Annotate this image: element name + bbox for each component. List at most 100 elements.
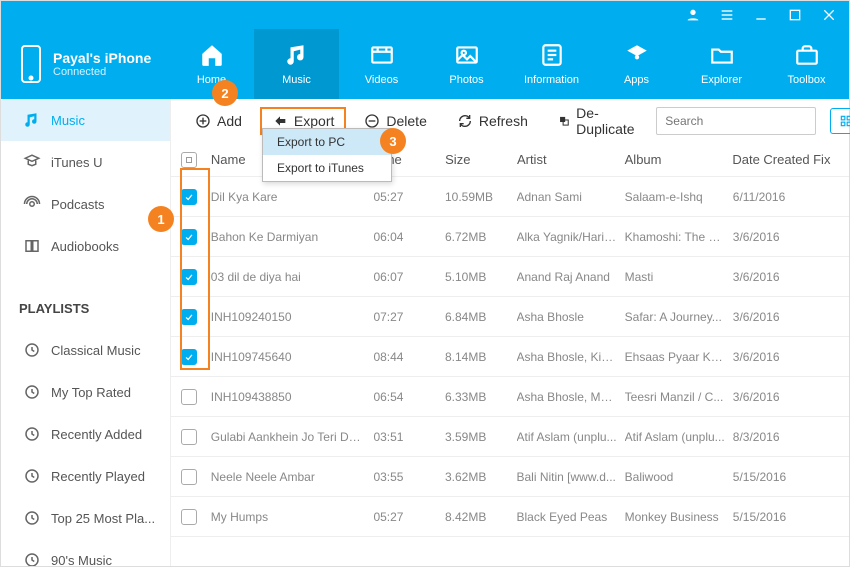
row-checkbox[interactable]: [181, 229, 197, 245]
cell-date: 8/3/2016: [733, 430, 813, 444]
tab-label: Videos: [365, 74, 398, 86]
cell-date: 3/6/2016: [733, 270, 813, 284]
sidebar-item-music[interactable]: Music: [1, 99, 170, 141]
row-checkbox[interactable]: [181, 309, 197, 325]
device-status: Connected: [53, 66, 151, 78]
tab-information[interactable]: Information: [509, 29, 594, 99]
row-checkbox[interactable]: [181, 349, 197, 365]
playlist-label: Recently Added: [51, 427, 150, 442]
cell-artist: Adnan Sami: [517, 190, 625, 204]
col-size[interactable]: Size: [445, 152, 517, 167]
tab-label: Music: [282, 74, 311, 86]
tab-photos[interactable]: Photos: [424, 29, 509, 99]
playlist-item[interactable]: Classical Music: [1, 329, 170, 371]
playlist-item[interactable]: Top 25 Most Pla...: [1, 497, 170, 539]
select-all-checkbox[interactable]: [181, 152, 197, 168]
cell-name: INH109745640: [207, 350, 374, 364]
music-table: Name Time Size Artist Album Date Created…: [171, 143, 849, 566]
table-row[interactable]: Gulabi Aankhein Jo Teri Dekhi03:513.59MB…: [171, 417, 849, 457]
menu-icon[interactable]: [719, 7, 735, 23]
sidebar-item-audiobooks[interactable]: Audiobooks: [1, 225, 170, 267]
add-button[interactable]: Add: [183, 107, 254, 135]
tab-music[interactable]: Music: [254, 29, 339, 99]
cell-size: 10.59MB: [445, 190, 517, 204]
table-row[interactable]: INH10924015007:276.84MBAsha BhosleSafar:…: [171, 297, 849, 337]
sidebar-label: Podcasts: [51, 197, 104, 212]
cell-artist: Atif Aslam (unplu...: [517, 430, 625, 444]
close-icon[interactable]: [821, 7, 837, 23]
annotation-circle-1: 1: [148, 206, 174, 232]
maximize-icon[interactable]: [787, 7, 803, 23]
row-checkbox[interactable]: [181, 269, 197, 285]
tab-label: Information: [524, 74, 579, 86]
dedup-label: De-Duplicate: [576, 105, 638, 137]
table-row[interactable]: INH10974564008:448.14MBAsha Bhosle, Kis.…: [171, 337, 849, 377]
grid-view-button[interactable]: [830, 108, 850, 134]
playlist-label: Classical Music: [51, 343, 149, 358]
cell-album: Khamoshi: The M...: [625, 230, 733, 244]
table-row[interactable]: Neele Neele Ambar03:553.62MBBali Nitin […: [171, 457, 849, 497]
cell-size: 5.10MB: [445, 270, 517, 284]
cell-time: 06:04: [373, 230, 445, 244]
row-checkbox[interactable]: [181, 429, 197, 445]
row-checkbox[interactable]: [181, 509, 197, 525]
playlist-item[interactable]: 90's Music: [1, 539, 170, 566]
cell-name: Gulabi Aankhein Jo Teri Dekhi: [207, 430, 374, 444]
minimize-icon[interactable]: [753, 7, 769, 23]
dedup-button[interactable]: De-Duplicate: [546, 99, 650, 143]
cell-date: 3/6/2016: [733, 390, 813, 404]
sidebar-item-podcasts[interactable]: Podcasts: [1, 183, 170, 225]
cell-size: 6.72MB: [445, 230, 517, 244]
table-row[interactable]: Bahon Ke Darmiyan06:046.72MBAlka Yagnik/…: [171, 217, 849, 257]
cell-size: 3.62MB: [445, 470, 517, 484]
cell-album: Atif Aslam (unplu...: [625, 430, 733, 444]
export-label: Export: [294, 113, 334, 129]
cell-size: 8.42MB: [445, 510, 517, 524]
sidebar-item-itunesu[interactable]: iTunes U: [1, 141, 170, 183]
playlist-label: Recently Played: [51, 469, 153, 484]
cell-date: 5/15/2016: [733, 470, 813, 484]
col-album[interactable]: Album: [625, 152, 733, 167]
cell-album: Masti: [625, 270, 733, 284]
col-date[interactable]: Date Created: [732, 152, 813, 167]
tab-label: Explorer: [701, 74, 742, 86]
cell-artist: Asha Bhosle, Mo...: [517, 390, 625, 404]
annotation-circle-2: 2: [212, 80, 238, 106]
playlist-item[interactable]: Recently Added: [1, 413, 170, 455]
cell-time: 03:51: [373, 430, 445, 444]
export-to-pc[interactable]: Export to PC: [263, 129, 391, 155]
cell-time: 07:27: [373, 310, 445, 324]
row-checkbox[interactable]: [181, 189, 197, 205]
playlist-item[interactable]: Recently Played: [1, 455, 170, 497]
refresh-button[interactable]: Refresh: [445, 107, 540, 135]
tab-explorer[interactable]: Explorer: [679, 29, 764, 99]
table-row[interactable]: My Humps05:278.42MBBlack Eyed PeasMonkey…: [171, 497, 849, 537]
add-label: Add: [217, 113, 242, 129]
sidebar-label: iTunes U: [51, 155, 103, 170]
export-to-itunes[interactable]: Export to iTunes: [263, 155, 391, 181]
cell-artist: Asha Bhosle: [517, 310, 625, 324]
table-row[interactable]: INH10943885006:546.33MBAsha Bhosle, Mo..…: [171, 377, 849, 417]
table-row[interactable]: Dil Kya Kare05:2710.59MBAdnan SamiSalaam…: [171, 177, 849, 217]
playlist-label: 90's Music: [51, 553, 120, 567]
row-checkbox[interactable]: [181, 389, 197, 405]
tab-videos[interactable]: Videos: [339, 29, 424, 99]
topbar: Payal's iPhone Connected Home Music Vide…: [1, 29, 849, 99]
cell-time: 08:44: [373, 350, 445, 364]
sidebar-label: Audiobooks: [51, 239, 119, 254]
row-checkbox[interactable]: [181, 469, 197, 485]
titlebar: [1, 1, 849, 29]
tab-apps[interactable]: Apps: [594, 29, 679, 99]
col-fix[interactable]: Fix: [813, 152, 849, 167]
table-row[interactable]: 03 dil de diya hai06:075.10MBAnand Raj A…: [171, 257, 849, 297]
tab-label: Photos: [449, 74, 483, 86]
tab-label: Apps: [624, 74, 649, 86]
col-artist[interactable]: Artist: [517, 152, 625, 167]
user-icon[interactable]: [685, 7, 701, 23]
playlist-item[interactable]: My Top Rated: [1, 371, 170, 413]
tab-toolbox[interactable]: Toolbox: [764, 29, 849, 99]
cell-size: 6.33MB: [445, 390, 517, 404]
cell-size: 6.84MB: [445, 310, 517, 324]
annotation-circle-3: 3: [380, 128, 406, 154]
search-input[interactable]: [656, 107, 816, 135]
